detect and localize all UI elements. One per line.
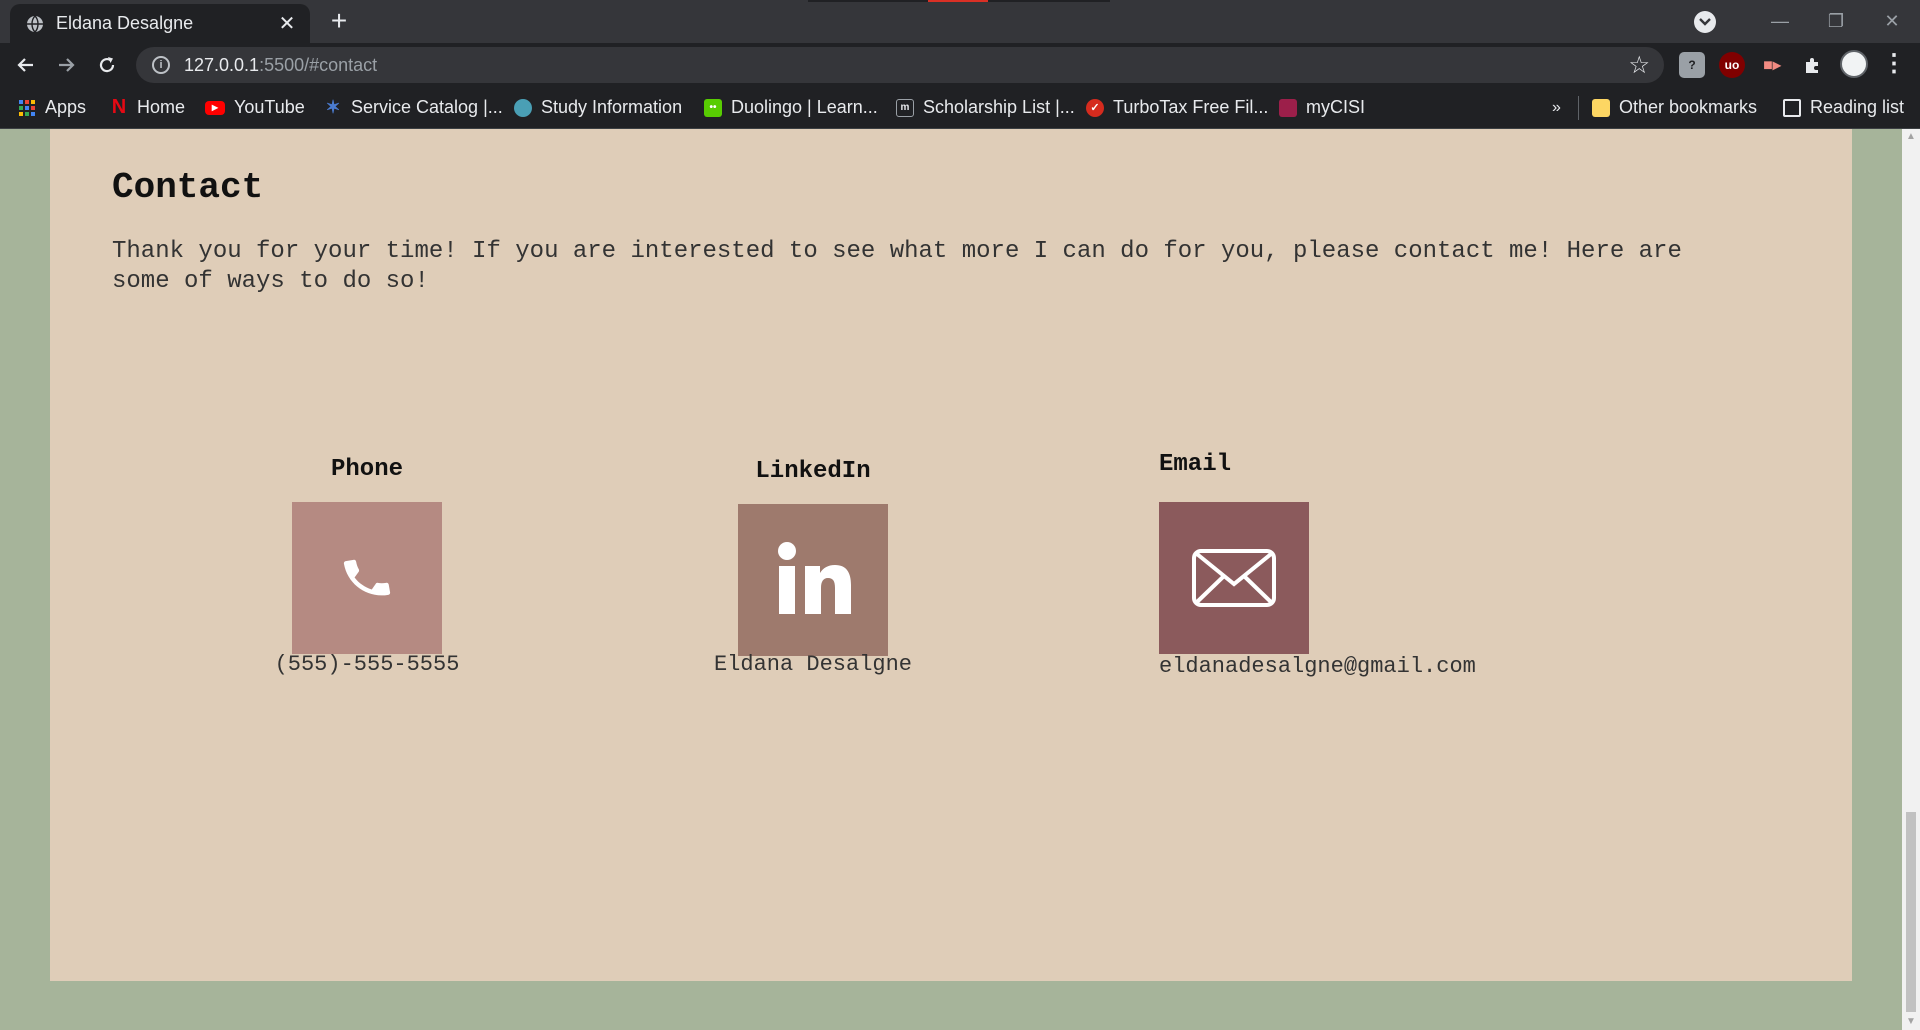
bookmark-label: Home [137,97,186,117]
reload-icon [99,57,115,73]
study-info-icon [514,98,532,117]
bookmark-label: Apps [45,97,87,117]
bookmark-label: Reading list [1810,97,1905,117]
linkedin-label: LinkedIn [755,458,871,485]
browser-tab[interactable]: Eldana Desalgne ✕ [10,4,310,43]
profile-avatar[interactable] [1840,50,1868,78]
minimize-button[interactable]: — [1752,11,1808,32]
address-bar[interactable]: i 127.0.0.1:5500/#contact ☆ [136,47,1664,83]
media-indicator [808,0,1110,2]
email-address: eldanadesalgne@gmail.com [1159,654,1476,679]
scroll-down-icon[interactable]: ▼ [1902,1014,1920,1030]
phone-label: Phone [330,456,403,483]
page-viewport: Contact Thank you for your time! If you … [0,129,1920,1030]
email-label: Email [1159,451,1232,478]
extensions-puzzle-icon[interactable] [1800,52,1826,78]
tab-strip: Eldana Desalgne ✕ + — ❐ ✕ [0,0,1920,43]
reading-list-icon [1783,98,1801,117]
scroll-up-icon[interactable]: ▲ [1902,129,1920,145]
bookmark-label: myCISI [1306,97,1366,117]
apps-grid-icon [18,99,36,117]
arrow-left-icon [17,58,33,72]
reading-list-button[interactable]: Reading list [1783,86,1904,129]
envelope-icon [1192,549,1276,607]
linkedin-icon [778,542,851,614]
new-tab-button[interactable]: + [323,6,355,38]
bookmark-label: Scholarship List |... [923,97,1075,117]
mycisi-icon [1279,98,1297,117]
bookmark-duolingo[interactable]: •• Duolingo | Learn... [704,86,878,129]
bookmark-service-catalog[interactable]: ✶ Service Catalog |... [324,86,503,129]
browser-menu-icon[interactable]: ⋮ [1882,49,1906,78]
bookmark-label: Service Catalog |... [351,97,503,117]
close-window-button[interactable]: ✕ [1864,11,1920,32]
forward-button[interactable] [50,49,82,81]
globe-icon [26,15,44,33]
bookmark-star-icon[interactable]: ☆ [1628,51,1650,80]
bookmark-other-bookmarks[interactable]: Other bookmarks [1592,86,1757,129]
contact-intro: Thank you for your time! If you are inte… [112,238,1682,295]
contact-email: Email eldanadesalgne@gmail.com [1159,451,1539,679]
reload-button[interactable] [91,49,123,81]
duolingo-icon: •• [704,98,722,117]
url-path: :5500/#contact [259,54,378,75]
contact-linkedin: LinkedIn Eldana Desalgne [690,458,936,677]
bookmark-apps[interactable]: Apps [18,86,86,129]
bookmark-label: Other bookmarks [1619,97,1758,117]
bookmark-turbotax[interactable]: ✓ TurboTax Free Fil... [1086,86,1268,129]
bookmarks-overflow-button[interactable]: » [1552,86,1561,129]
phone-icon [343,559,391,596]
contact-section: Contact Thank you for your time! If you … [50,129,1852,981]
bookmark-label: Study Information [541,97,683,117]
contact-phone: Phone (555)-555-5555 [247,456,487,677]
turbotax-icon: ✓ [1086,98,1104,117]
browser-toolbar: i 127.0.0.1:5500/#contact ☆ ? uo ■▸ ⋮ [0,43,1920,86]
phone-tile-link[interactable] [292,502,442,654]
page-scrollbar[interactable]: ▲ ▼ [1902,129,1920,1030]
bookmark-home[interactable]: N Home [110,86,185,129]
url-host: 127.0.0.1 [184,54,260,75]
bookmark-youtube[interactable]: ▶ YouTube [205,86,305,129]
restore-button[interactable]: ❐ [1808,11,1864,32]
arrow-right-icon [59,58,75,72]
linkedin-name: Eldana Desalgne [713,652,913,677]
folder-icon [1592,98,1610,117]
email-tile-link[interactable] [1159,502,1309,654]
youtube-icon: ▶ [205,100,225,115]
site-info-icon[interactable]: i [152,56,170,74]
netflix-icon: N [111,96,127,118]
tab-title: Eldana Desalgne [56,13,194,33]
linkedin-tile-link[interactable] [738,504,888,656]
contact-heading: Contact [112,167,264,208]
bookmarks-divider [1578,96,1579,120]
bookmark-label: YouTube [234,97,305,117]
tab-search-button[interactable] [1694,10,1716,33]
bookmark-scholarship-list[interactable]: m Scholarship List |... [896,86,1075,129]
bookmark-label: TurboTax Free Fil... [1113,97,1269,117]
screen-recorder-icon[interactable]: ■▸ [1759,52,1785,78]
scrollbar-thumb[interactable] [1906,812,1916,1012]
bookmark-study-information[interactable]: Study Information [514,86,682,129]
bookmark-mycisi[interactable]: myCISI [1279,86,1365,129]
extension-puzzle-gray-icon[interactable]: ? [1679,52,1705,78]
bookmark-label: Duolingo | Learn... [731,97,878,117]
tab-close-icon[interactable]: ✕ [276,11,298,36]
ublock-origin-icon[interactable]: uo [1719,52,1745,78]
scholarship-icon: m [896,98,914,117]
back-button[interactable] [10,49,42,81]
phone-number: (555)-555-5555 [274,652,460,677]
chevron-down-icon [1699,17,1711,26]
bookmarks-bar: Apps N Home ▶ YouTube ✶ Service Catalog … [0,86,1920,129]
service-catalog-icon: ✶ [325,97,341,117]
